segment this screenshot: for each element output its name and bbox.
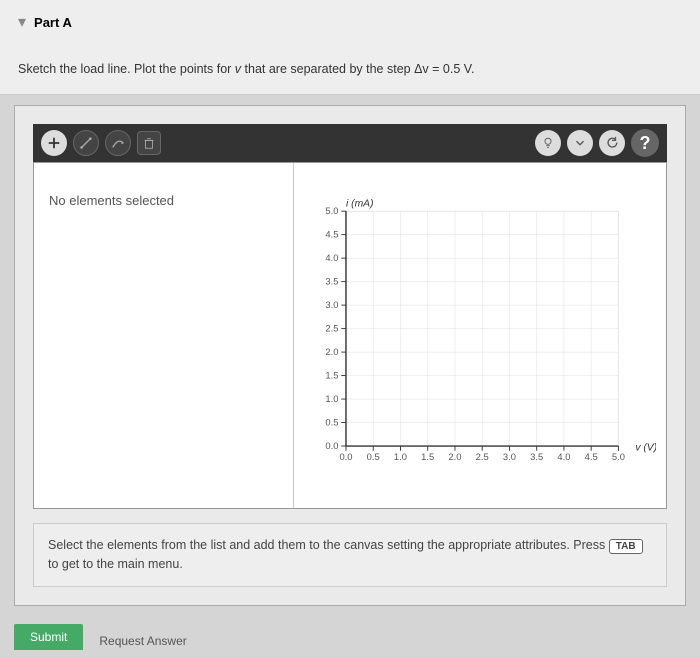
- svg-text:3.0: 3.0: [325, 299, 338, 310]
- svg-text:3.5: 3.5: [325, 275, 338, 286]
- part-label: Part A: [34, 15, 72, 30]
- help-button[interactable]: ?: [631, 129, 659, 157]
- svg-text:2.0: 2.0: [325, 346, 338, 357]
- svg-text:4.5: 4.5: [325, 228, 338, 239]
- toolbar: ?: [33, 124, 667, 162]
- x-axis-label: v (V): [635, 443, 656, 454]
- reset-button[interactable]: [599, 130, 625, 156]
- svg-text:4.0: 4.0: [325, 252, 338, 263]
- no-selection-text: No elements selected: [49, 193, 278, 208]
- svg-text:1.0: 1.0: [394, 451, 407, 462]
- svg-text:0.5: 0.5: [367, 451, 380, 462]
- svg-text:5.0: 5.0: [325, 205, 338, 216]
- chart-svg: i (mA) 0.0 0.5 1.0 1.5 2.0 2.5 3.0 3.5 4.0 4.5 5.0…: [299, 183, 656, 493]
- collapse-indicator: ▾: [18, 14, 26, 31]
- svg-text:0.5: 0.5: [325, 416, 338, 427]
- svg-text:5.0: 5.0: [612, 451, 625, 462]
- curve-tool[interactable]: [105, 130, 131, 156]
- svg-text:3.0: 3.0: [503, 451, 516, 462]
- tab-key-label: TAB: [609, 539, 643, 554]
- hint-button[interactable]: [535, 130, 561, 156]
- svg-text:2.5: 2.5: [325, 322, 338, 333]
- request-answer-link[interactable]: Request Answer: [99, 634, 186, 650]
- svg-text:4.0: 4.0: [557, 451, 570, 462]
- line-tool[interactable]: [73, 130, 99, 156]
- y-axis-label: i (mA): [346, 198, 374, 209]
- svg-text:2.5: 2.5: [476, 451, 489, 462]
- plot-canvas[interactable]: i (mA) 0.0 0.5 1.0 1.5 2.0 2.5 3.0 3.5 4.0 4.5 5.0…: [294, 163, 666, 508]
- svg-text:1.0: 1.0: [325, 393, 338, 404]
- element-sidebar: No elements selected: [34, 163, 294, 508]
- hint-box: Select the elements from the list and ad…: [33, 523, 667, 587]
- submit-button[interactable]: Submit: [14, 624, 83, 650]
- svg-text:0.0: 0.0: [325, 440, 338, 451]
- add-point-tool[interactable]: [41, 130, 67, 156]
- instruction-text: Sketch the load line. Plot the points fo…: [18, 62, 682, 76]
- svg-text:2.0: 2.0: [448, 451, 461, 462]
- svg-text:3.5: 3.5: [530, 451, 543, 462]
- dropdown-button[interactable]: [567, 130, 593, 156]
- svg-text:1.5: 1.5: [325, 369, 338, 380]
- svg-text:0.0: 0.0: [339, 451, 352, 462]
- drawing-panel: ? No elements selected i (mA) 0.0 0.5 1.0 1…: [14, 105, 686, 606]
- delete-tool[interactable]: [137, 131, 161, 155]
- svg-text:4.5: 4.5: [585, 451, 598, 462]
- svg-text:1.5: 1.5: [421, 451, 434, 462]
